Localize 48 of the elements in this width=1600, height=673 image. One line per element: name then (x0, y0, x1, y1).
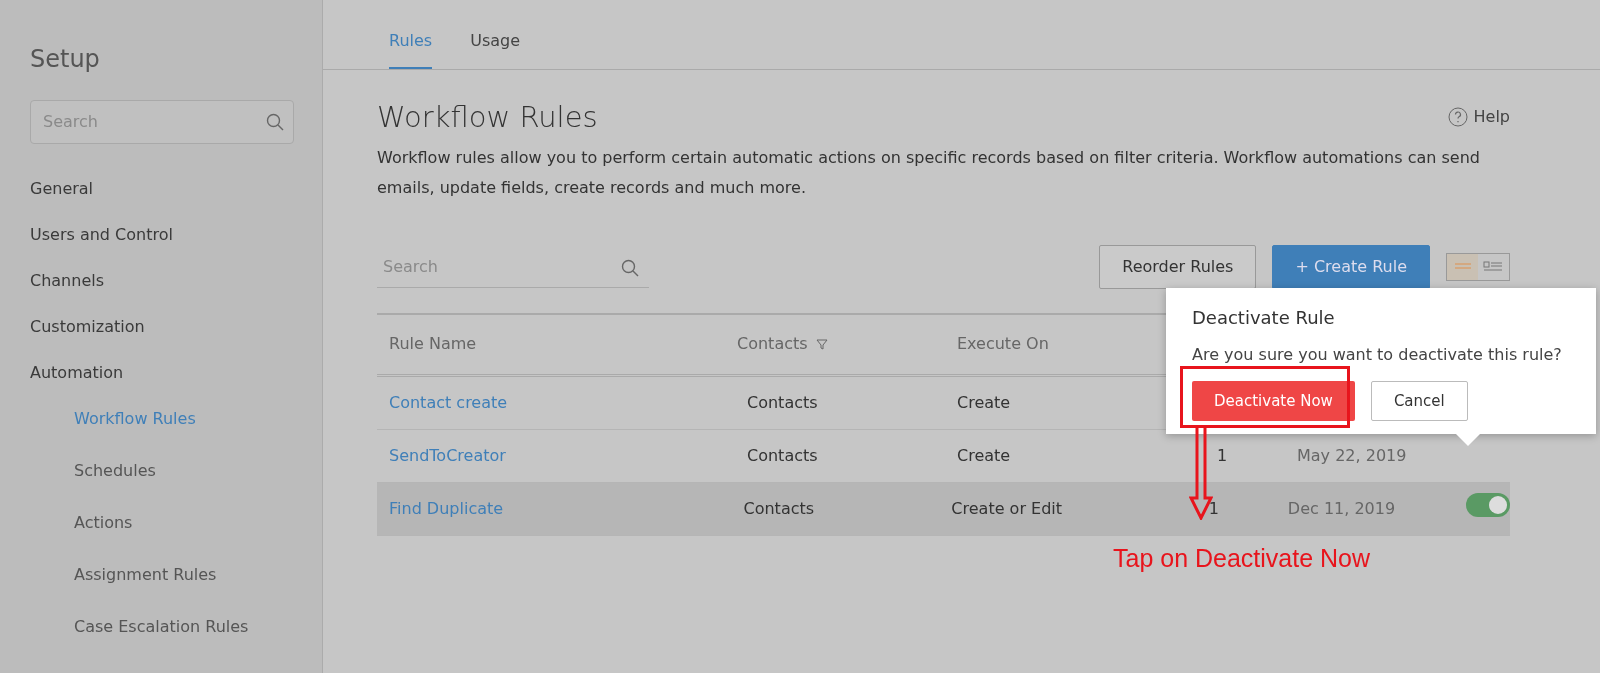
search-field[interactable]: Search (377, 245, 649, 288)
help-label[interactable]: Help (1473, 105, 1510, 130)
popover-message: Are you sure you want to deactivate this rule? (1192, 344, 1563, 366)
rule-link[interactable]: SendToCreator (389, 445, 506, 465)
help-icon (1447, 107, 1468, 128)
help-link[interactable]: Help (1447, 105, 1510, 130)
page-title: Workflow Rules (377, 100, 598, 135)
rule-link[interactable]: Find Duplicate (389, 498, 504, 518)
sidebar-subitem[interactable]: Actions (30, 510, 294, 563)
rule-link[interactable]: Contact create (389, 392, 508, 412)
filter-icon[interactable] (815, 338, 828, 351)
search-icon[interactable] (621, 258, 639, 277)
list-view-icon[interactable] (1447, 253, 1478, 280)
sidebar-item[interactable]: General (30, 176, 294, 223)
column-header: Contacts (737, 333, 808, 356)
sidebar-item[interactable]: Customization (30, 314, 294, 361)
sidebar-item[interactable]: Users and Control (30, 222, 294, 269)
column-header: Execute On (957, 334, 1049, 354)
toggle-switch[interactable] (1466, 493, 1510, 518)
cancel-button[interactable]: Cancel (1370, 381, 1468, 421)
table-cell: May 22, 2019 (1297, 445, 1407, 465)
sidebar-subitem[interactable]: Case Escalation Rules (30, 614, 294, 667)
annotation-text: Tap on Deactivate Now (1113, 543, 1371, 574)
tab[interactable]: Rules (389, 29, 433, 69)
column-header: Rule Name (389, 334, 477, 354)
tab[interactable]: Usage (470, 29, 521, 69)
sidebar-title: Setup (30, 45, 101, 74)
search-icon[interactable] (266, 112, 284, 131)
table-cell: Create (957, 445, 1011, 465)
table-cell: Dec 11, 2019 (1287, 498, 1396, 518)
sidebar-subitem[interactable]: Assignment Rules (30, 562, 294, 615)
table-cell: Contacts (747, 445, 818, 465)
sidebar-item[interactable]: Automation (30, 360, 294, 407)
view-toggle[interactable] (1446, 252, 1510, 281)
sidebar-subitem[interactable]: Workflow Rules (30, 406, 294, 459)
sidebar-item[interactable]: Channels (30, 268, 294, 315)
table-cell: 1 (1208, 498, 1219, 518)
table-cell: Contacts (743, 498, 815, 518)
reorder-button[interactable]: Reorder Rules (1099, 244, 1257, 289)
create-button[interactable]: + Create Rule (1272, 244, 1430, 289)
deactivate-button[interactable]: Deactivate Now (1192, 381, 1355, 421)
sidebar-subitem[interactable]: Schedules (30, 458, 294, 511)
table-cell: Contacts (747, 392, 818, 412)
table-cell: Create (957, 392, 1011, 412)
page-description: Workflow rules allow you to perform certain automatic actions on specific records based on filter criteria. Workflow automations can send emails, update fields, create records and much more. (377, 146, 1481, 199)
popover-title: Deactivate Rule (1192, 306, 1336, 330)
table-cell: 1 (1217, 445, 1228, 465)
table-cell: Create or Edit (951, 498, 1063, 518)
